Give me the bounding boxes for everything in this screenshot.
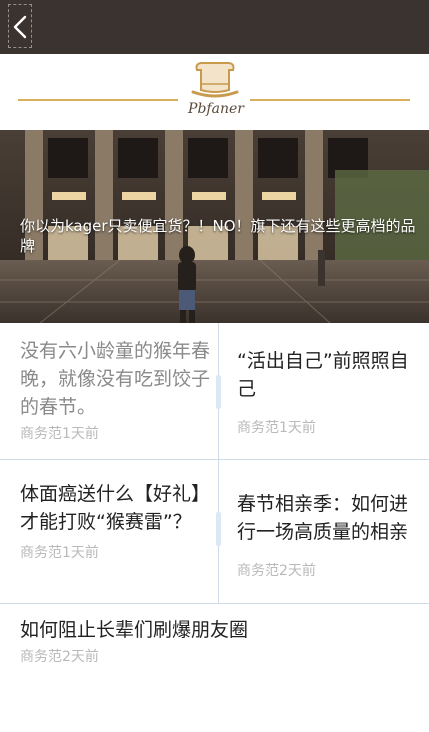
hero-caption: 你以为kager只卖便宜货？！NO！旗下还有这些更高档的品牌 [20,217,416,255]
logo-divider-left [18,99,178,101]
article-title: 如何阻止长辈们刷爆朋友圈 [20,619,249,641]
article-meta: 商务范1天前 [20,545,99,561]
article-row: 没有六小龄童的猴年春晚，就像没有吃到饺子的春节。 商务范1天前 “活出自己”前照… [0,323,429,460]
hero-banner[interactable]: 你以为kager只卖便宜货？！NO！旗下还有这些更高档的品牌 [0,130,429,323]
back-button[interactable] [8,4,32,48]
column-divider-notch [216,375,221,409]
article-title: 体面癌送什么【好礼】才能打败“猴赛雷”？ [20,483,201,533]
chevron-left-icon [13,15,27,39]
article-card[interactable]: 春节相亲季：如何进行一场高质量的相亲 商务范2天前 [237,490,423,580]
top-bar [0,0,429,54]
article-card[interactable]: 如何阻止长辈们刷爆朋友圈 商务范2天前 [20,616,415,666]
brand-logo-banner: Pbfaner [0,54,429,130]
article-row: 如何阻止长辈们刷爆朋友圈 商务范2天前 [0,604,429,732]
article-row: 体面癌送什么【好礼】才能打败“猴赛雷”？ 商务范1天前 春节相亲季：如何进行一场… [0,460,429,604]
article-title: “活出自己”前照照自己 [237,350,409,400]
article-meta: 商务范2天前 [20,649,99,665]
article-title: 没有六小龄童的猴年春晚，就像没有吃到饺子的春节。 [20,340,211,418]
article-title: 春节相亲季：如何进行一场高质量的相亲 [237,493,409,543]
article-meta: 商务范2天前 [237,563,316,579]
article-card[interactable]: “活出自己”前照照自己 商务范1天前 [237,347,417,437]
logo-text: Pbfaner [188,101,244,117]
logo-divider-right [250,99,410,101]
article-meta: 商务范1天前 [237,420,316,436]
article-card[interactable]: 体面癌送什么【好礼】才能打败“猴赛雷”？ 商务范1天前 [20,480,205,562]
article-meta: 商务范1天前 [20,426,99,442]
column-divider-notch [216,512,221,546]
hat-logo-icon [191,62,239,98]
article-card[interactable]: 没有六小龄童的猴年春晚，就像没有吃到饺子的春节。 商务范1天前 [20,337,210,443]
